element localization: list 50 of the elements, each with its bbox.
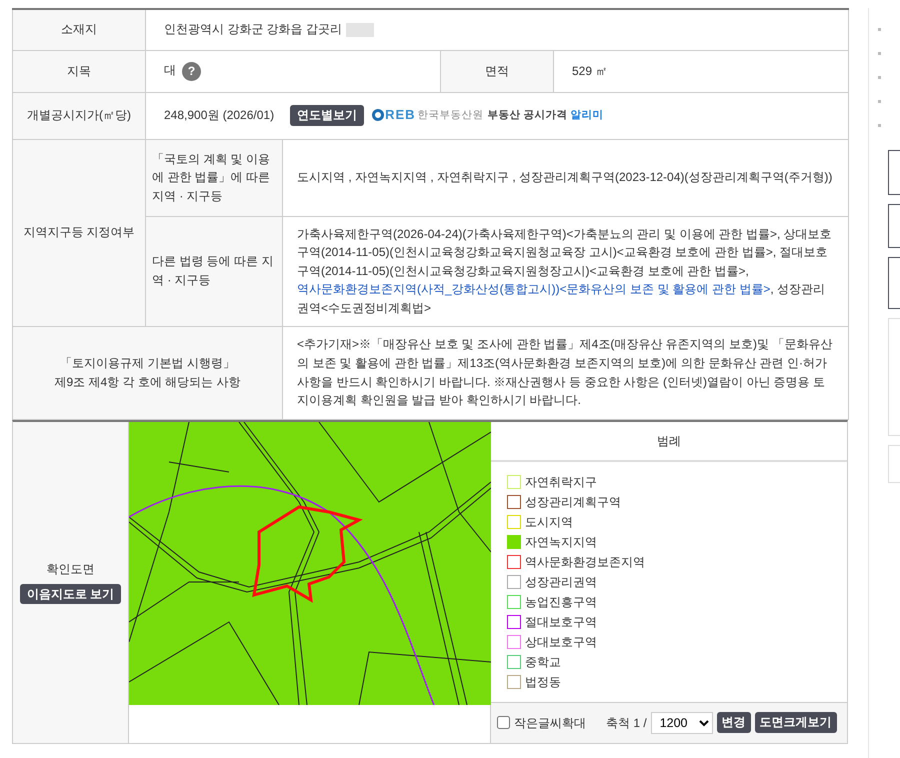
- field-value: 대: [164, 63, 176, 78]
- legend-label: 도시지역: [525, 514, 573, 532]
- legend-label: 절대보호구역: [525, 614, 597, 632]
- map-button[interactable]: 도면크게보기: [754, 712, 837, 734]
- bullet-icon: [878, 76, 881, 79]
- zone-link[interactable]: <문화유산의 보존 및 활용에 관한 법률>: [560, 282, 770, 296]
- year-view-button[interactable]: 연도별보기: [290, 105, 364, 126]
- field-label: 면적: [440, 50, 554, 92]
- bullet-icon: [878, 28, 881, 31]
- agency-name: 한국부동산원: [418, 108, 484, 124]
- legend-label: 자연취락지구: [525, 474, 597, 492]
- zone-text: 도시지역 , 자연녹지지역 , 자연취락지구 , 성장관리계획구역(2023-12-04)(성장관리계획구역(주거형)): [297, 169, 834, 186]
- legend-title: 범례: [657, 432, 681, 450]
- notice-label: 「토지이용규제 기본법 시행령」 제9조 제4항 각 호에 해당되는 사항: [53, 354, 242, 390]
- field-label: 개별공시지가(㎡당): [12, 92, 146, 139]
- legend-label: 농업진흥구역: [525, 594, 597, 612]
- checkbox-label: 작은글씨확대: [514, 714, 586, 732]
- help-icon[interactable]: ?: [182, 62, 201, 81]
- field-value: 529 ㎡: [554, 50, 849, 92]
- bullet-icon: [878, 124, 881, 127]
- legend-label: 중학교: [525, 654, 561, 672]
- map-button[interactable]: 변경: [716, 712, 751, 734]
- map-view-button[interactable]: 이음지도로 보기: [20, 584, 122, 604]
- legend-label: 자연녹지지역: [525, 534, 597, 552]
- bullet-icon: [878, 100, 881, 103]
- legend-label: 상대보호구역: [525, 634, 597, 652]
- field-label: 소재지: [12, 9, 146, 50]
- price-value: 248,900원 (2026/01): [164, 107, 274, 124]
- redacted-block: [346, 23, 374, 38]
- scale-label: 축척 1 /: [606, 714, 647, 732]
- scale-select[interactable]: 1200: [650, 712, 713, 734]
- zone-text: 가축사육제한구역(2026-04-24)(가축사육제한구역)<가축분뇨의 관리 및 이용에 관한 법률>, 상대보호구역(2014-11-05)(인천시교육청강화교육지원청교육장 고시)<교육환경 보호에 관한 법률>, 절대보호구역(2014-11-05)(인천시교육청강화교육지원청장고시)<교육환경 보호에 관한 법률>, 역사문화환경보존지역(사적_강화산성(통합고시))<문화유산의 보존 및 활용에 관한 법률>, 성장관리권역<수도권정비계획법>: [297, 226, 833, 317]
- zone-label: 「국토의 계획 및 이용에 관한 법률」에 따른 지역 · 지구등: [146, 139, 282, 216]
- zone-label: 다른 법령 등에 따른 지역 · 지구등: [146, 216, 282, 326]
- legend-label: 성장관리권역: [525, 574, 597, 592]
- field-label: 확인도면: [46, 560, 94, 578]
- zone-link[interactable]: 역사문화환경보존지역(사적_강화산성(통합고시)): [297, 282, 560, 296]
- logo-text: REB: [385, 106, 416, 124]
- service-name: 부동산 공시가격: [488, 108, 568, 124]
- bullet-icon: [878, 52, 881, 55]
- field-label: 지목: [12, 50, 146, 92]
- service-link[interactable]: 알리미: [570, 107, 604, 124]
- field-label: 지역지구등 지정여부: [12, 139, 146, 326]
- address-text: 인천광역시 강화군 강화읍 갑곳리: [164, 22, 342, 36]
- legend-label: 역사문화환경보존지역: [525, 554, 645, 572]
- legend-label: 성장관리계획구역: [525, 494, 621, 512]
- legend-label: 법정동: [525, 674, 561, 692]
- notice-text: <추가기재>※「매장유산 보호 및 조사에 관한 법률」제4조(매장유산 유존지역의 보호)및 「문화유산의 보존 및 활용에 관한 법률」제13조(역사문화환경 보존지역의 보호)에 의한 문화유산 관련 인·허가 사항을 반드시 확인하시기 바랍니다. ※재산권행사 등 중요한 사항은 (인터넷)열람이 아닌 증명용 토지이용계획 확인원을 발급 받아 확인하시기 바랍니다.: [282, 326, 849, 419]
- checkbox[interactable]: [497, 716, 510, 730]
- logo-icon: [372, 109, 384, 122]
